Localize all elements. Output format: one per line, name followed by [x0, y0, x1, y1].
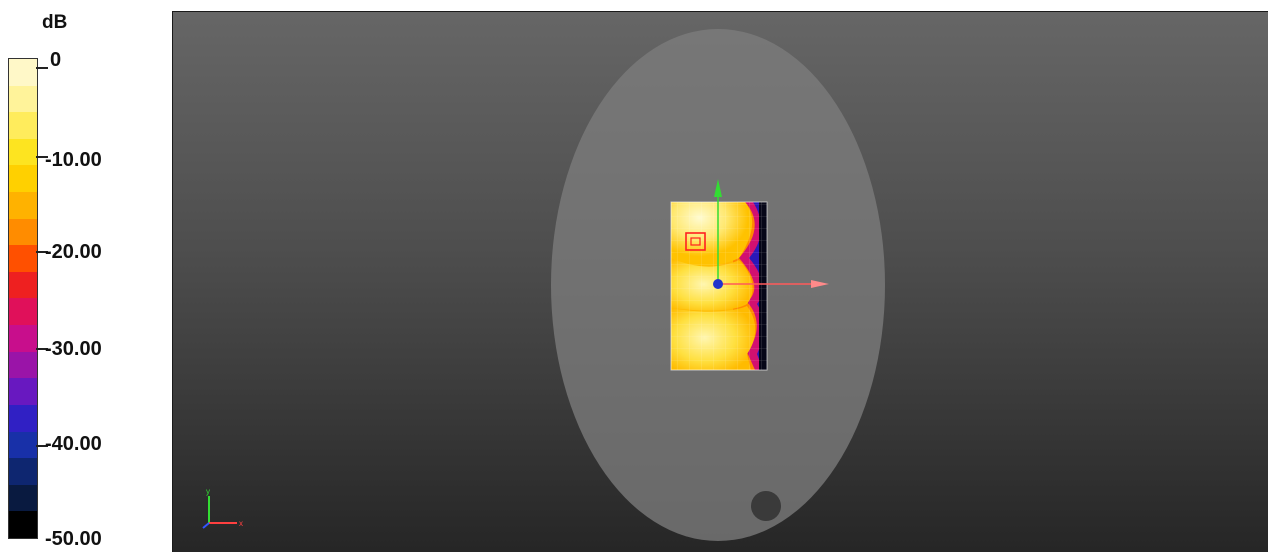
- colorbar-band: [9, 138, 37, 166]
- orientation-triad: y x: [202, 487, 243, 529]
- triad-y-label: y: [206, 487, 210, 496]
- colorbar-band: [9, 404, 37, 432]
- colorbar-tick-mark: [36, 67, 48, 69]
- colorbar-band: [9, 325, 37, 352]
- colorbar-tick-30: -30.00: [45, 338, 102, 360]
- colorbar-band: [9, 351, 37, 379]
- triad-x-label: x: [239, 519, 243, 528]
- colorbar-band: [9, 192, 37, 219]
- colorbar-scale: [8, 58, 38, 539]
- axis-origin-dot[interactable]: [713, 279, 723, 289]
- colorbar-unit: dB: [42, 12, 68, 33]
- colorbar-band: [9, 378, 37, 405]
- colorbar-tick-50: -50.00: [45, 528, 102, 550]
- scene-canvas[interactable]: y x: [173, 12, 1268, 552]
- colorbar-band: [9, 85, 37, 113]
- colorbar-band: [9, 218, 37, 246]
- 3d-viewport[interactable]: y x: [172, 11, 1268, 552]
- colorbar-band: [9, 271, 37, 299]
- colorbar-tick-40: -40.00: [45, 433, 102, 455]
- colorbar-band: [9, 511, 37, 538]
- colorbar-legend: dB 0 -10.00 -20.00 -30.00 -40.00 -50.00: [0, 0, 170, 552]
- colorbar-tick-0: 0: [50, 49, 62, 71]
- colorbar-band: [9, 112, 37, 139]
- colorbar-band: [9, 59, 37, 86]
- colorbar-band: [9, 245, 37, 272]
- colorbar-band: [9, 431, 37, 459]
- colorbar-tick-10: -10.00: [45, 149, 102, 171]
- phantom-marker-hole: [751, 491, 781, 521]
- colorbar-band: [9, 165, 37, 193]
- colorbar-band: [9, 298, 37, 326]
- colorbar-band: [9, 458, 37, 485]
- colorbar-tick-20: -20.00: [45, 241, 102, 263]
- colorbar-band: [9, 484, 37, 512]
